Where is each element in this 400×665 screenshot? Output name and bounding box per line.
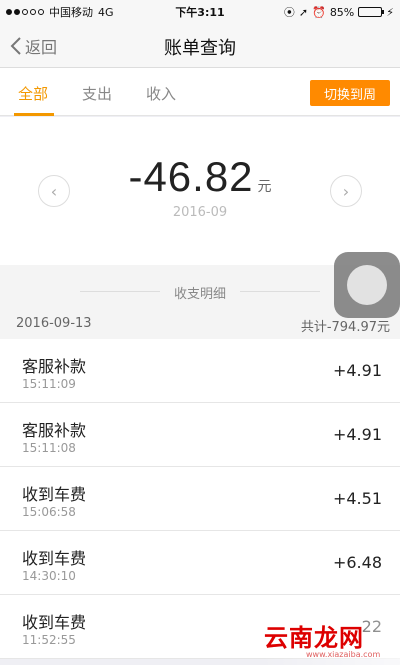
arrow-icon: ➚ <box>298 5 309 19</box>
group-date: 2016-09-13 <box>16 316 92 331</box>
battery-icon <box>358 7 385 17</box>
record-title: 客服补款 <box>22 357 87 376</box>
record-time: 15:11:08 <box>22 441 76 455</box>
navigation-bar: 返回 账单查询 <box>0 22 400 68</box>
watermark-url: www.xiazaiba.com <box>306 650 381 659</box>
record-time: 15:06:58 <box>22 505 76 519</box>
status-right: ⦿ ➚ ⏰ 85% ⚡ <box>284 4 394 20</box>
group-total: 共计-794.97元 <box>300 320 390 335</box>
record-amount: +6.48 <box>332 553 382 572</box>
next-month-button[interactable]: › <box>330 175 362 207</box>
list-item[interactable]: 收到车费 15:06:58 +4.51 <box>0 467 400 531</box>
record-amount: +4.91 <box>332 425 382 444</box>
divider-right <box>240 291 320 292</box>
charging-icon: ⚡ <box>386 5 394 19</box>
record-time: 11:52:55 <box>22 633 76 647</box>
record-time: 15:11:09 <box>22 377 76 391</box>
tab-expense[interactable]: 支出 <box>82 83 112 104</box>
alarm-icon: ⏰ <box>312 5 326 19</box>
watermark-logo: 云南龙网 <box>264 624 364 652</box>
list-item[interactable]: 客服补款 15:11:09 +4.91 <box>0 339 400 403</box>
record-amount: +4.91 <box>332 361 382 380</box>
assistive-touch-button[interactable] <box>334 252 400 318</box>
page-title: 账单查询 <box>164 38 236 59</box>
location-icon: ⦿ <box>283 6 295 19</box>
tab-income[interactable]: 收入 <box>146 83 176 104</box>
switch-to-week-button[interactable]: 切换到周 <box>310 80 390 106</box>
list-item[interactable]: 收到车费 14:30:10 +6.48 <box>0 531 400 595</box>
tab-all[interactable]: 全部 <box>18 83 48 104</box>
status-bar: 中国移动 4G 下午3:11 ⦿ ➚ ⏰ 85% ⚡ <box>0 0 400 22</box>
filter-tabs: 全部 支出 收入 切换到周 <box>0 68 400 116</box>
record-title: 收到车费 <box>22 613 87 632</box>
record-title: 客服补款 <box>22 421 87 440</box>
list-item[interactable]: 客服补款 15:11:08 +4.91 <box>0 403 400 467</box>
monthly-summary: ‹ -46.82 元 2016-09 › <box>0 117 400 265</box>
record-title: 收到车费 <box>22 485 87 504</box>
assistive-touch-inner <box>347 265 387 305</box>
record-time: 14:30:10 <box>22 569 76 583</box>
record-amount: +4.51 <box>332 489 382 508</box>
records-list: 客服补款 15:11:09 +4.91 客服补款 15:11:08 +4.91 … <box>0 339 400 659</box>
net-amount: -46.82 <box>128 153 254 200</box>
battery-percent: 85% <box>329 5 355 19</box>
record-title: 收到车费 <box>22 549 87 568</box>
chevron-right-icon: › <box>342 181 350 201</box>
active-tab-indicator <box>14 113 54 116</box>
current-month: 2016-09 <box>172 205 228 220</box>
amount-unit: 元 <box>257 179 272 195</box>
